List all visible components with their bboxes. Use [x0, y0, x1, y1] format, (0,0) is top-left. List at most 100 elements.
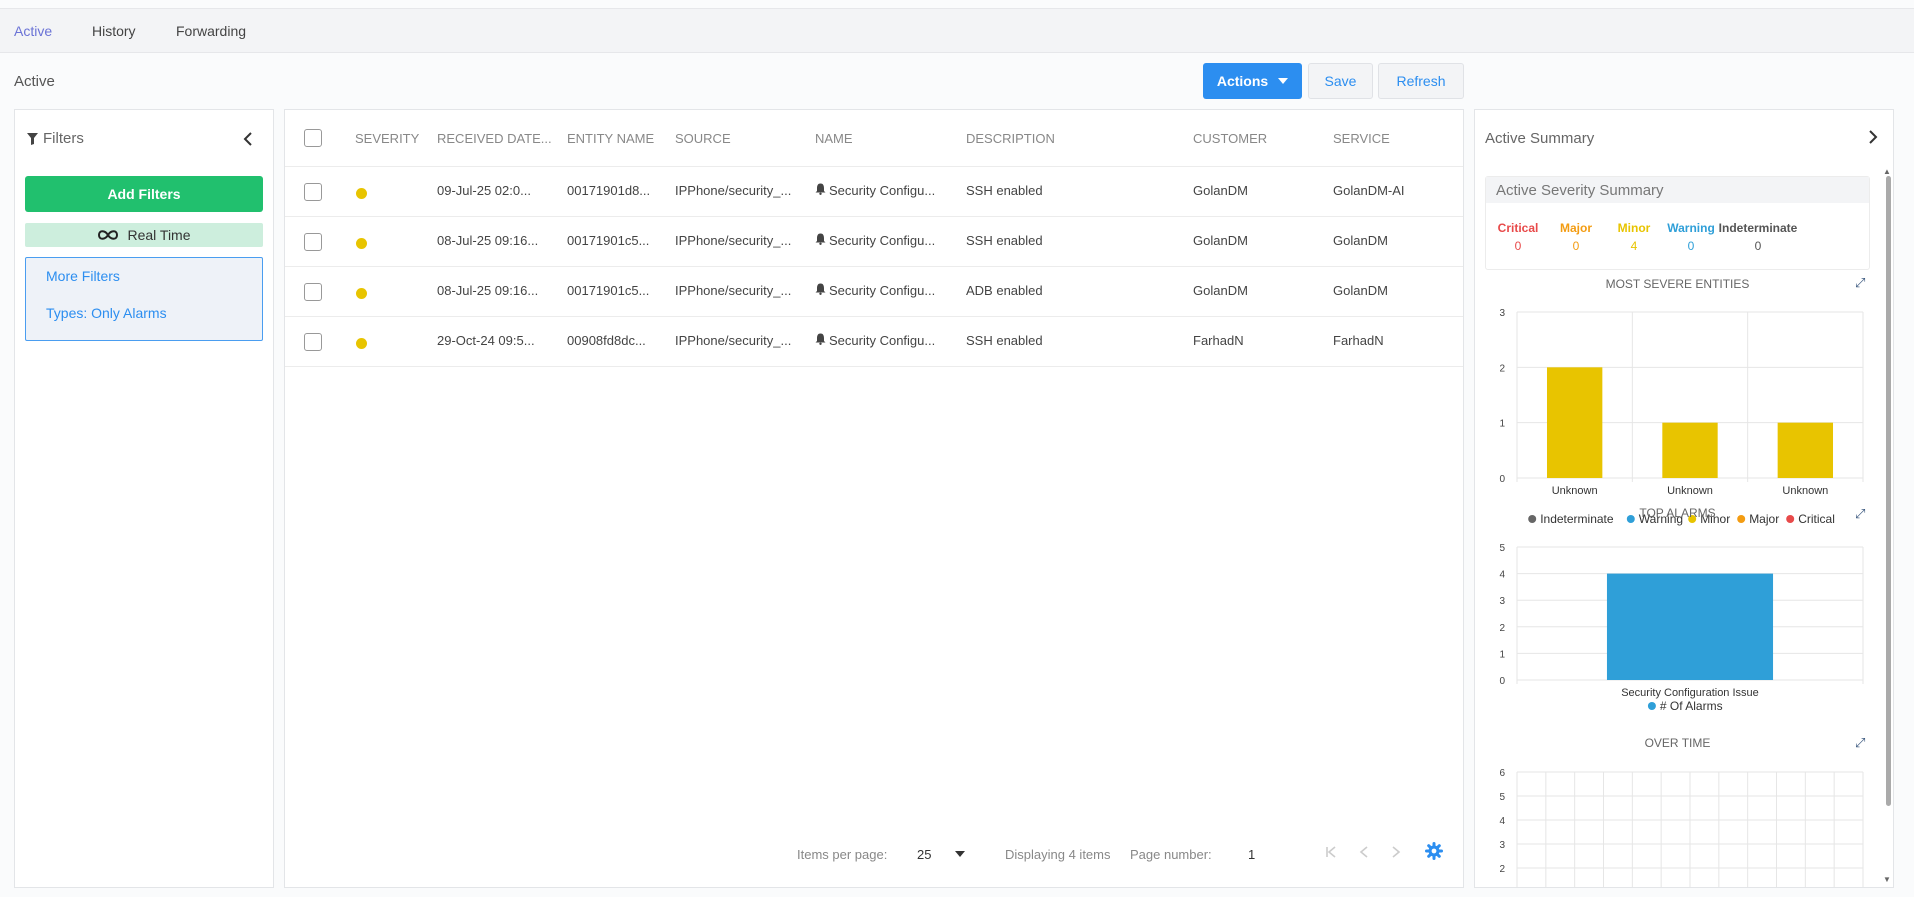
- more-filters-link[interactable]: More Filters: [46, 268, 120, 284]
- bar: [1546, 367, 1603, 478]
- top-tab-bar: Active History Forwarding: [0, 8, 1914, 53]
- row-checkbox[interactable]: [304, 183, 322, 201]
- real-time-label: Real Time: [127, 227, 191, 243]
- table-row[interactable]: 08-Jul-25 09:16... 00171901c5... IPPhone/s…: [285, 217, 1463, 267]
- y-tick-label: 3: [1499, 840, 1505, 851]
- actions-button[interactable]: Actions: [1203, 63, 1302, 99]
- severity-label: Warning: [1667, 221, 1715, 235]
- tab-forwarding[interactable]: Forwarding: [176, 23, 246, 39]
- filters-header: Filters: [27, 130, 84, 147]
- column-header-entity-name[interactable]: ENTITY NAME: [567, 131, 654, 146]
- actions-label: Actions: [1216, 73, 1269, 89]
- collapse-left-icon[interactable]: [243, 130, 253, 151]
- scroll-down-icon[interactable]: ▼: [1883, 875, 1891, 884]
- y-tick-label: 4: [1499, 816, 1505, 827]
- table-row[interactable]: 09-Jul-25 02:0... 00171901d8... IPPhone/se…: [285, 167, 1463, 217]
- select-all-checkbox[interactable]: [304, 129, 322, 147]
- cell-name-text: Security Configu...: [829, 233, 936, 248]
- cell-description: SSH enabled: [966, 233, 1043, 248]
- severity-label: Minor: [1617, 221, 1651, 235]
- cell-customer: GolanDM: [1193, 183, 1248, 198]
- y-tick-label: 5: [1499, 792, 1505, 803]
- top-alarms-chart: 0 1 2 3 4 5 Security Configuration Issue# Of A…: [1499, 543, 1864, 713]
- severity-count-indeterminate: Indeterminate 0: [1718, 221, 1798, 253]
- top-alarms-title: TOP ALARMS: [1639, 506, 1716, 520]
- displaying-count: Displaying 4 items: [1005, 847, 1111, 862]
- cell-received: 08-Jul-25 09:16...: [437, 283, 539, 298]
- cell-received: 29-Oct-24 09:5...: [437, 333, 535, 348]
- save-button[interactable]: Save: [1308, 63, 1373, 99]
- severity-value: 0: [1754, 239, 1762, 253]
- severity-label: Critical: [1497, 221, 1539, 235]
- cell-name: Security Configu...: [815, 233, 935, 248]
- y-tick-label: 3: [1499, 308, 1505, 319]
- column-header-received-date[interactable]: RECEIVED DATE...: [437, 131, 552, 146]
- summary-scrollbar[interactable]: [1886, 176, 1891, 806]
- legend-label: # Of Alarms: [1660, 699, 1723, 713]
- tab-active[interactable]: Active: [14, 23, 52, 39]
- types-filter-chip[interactable]: Types: Only Alarms: [46, 305, 167, 321]
- x-tick-label: Unknown: [1782, 485, 1828, 497]
- cell-description: SSH enabled: [966, 333, 1043, 348]
- most-severe-entities-chart: 0123Unknown Unknown UnknownIndeterminate Wa…: [1499, 308, 1864, 526]
- bar: [1662, 422, 1718, 478]
- cell-service: FarhadN: [1333, 333, 1384, 348]
- column-header-description[interactable]: DESCRIPTION: [966, 131, 1055, 146]
- bell-icon: [815, 233, 826, 245]
- table-row[interactable]: 08-Jul-25 09:16... 00171901c5... IPPhone/s…: [285, 267, 1463, 317]
- y-tick-label: 1: [1499, 419, 1505, 430]
- caret-down-icon[interactable]: [955, 851, 965, 857]
- over-time-chart: 123456: [1499, 768, 1864, 887]
- expand-chart-icon[interactable]: ⤢: [1855, 275, 1865, 291]
- severity-dot: [356, 188, 367, 199]
- add-filters-button[interactable]: Add Filters: [25, 176, 263, 212]
- cell-received: 08-Jul-25 09:16...: [437, 233, 539, 248]
- expand-right-icon[interactable]: [1868, 128, 1878, 149]
- y-tick-label: 0: [1499, 676, 1505, 687]
- x-tick-label: Unknown: [1667, 485, 1713, 497]
- settings-gear-icon[interactable]: [1425, 842, 1443, 863]
- row-checkbox[interactable]: [304, 233, 322, 251]
- cell-entity: 00908fd8dc...: [567, 333, 646, 348]
- cell-entity: 00171901c5...: [567, 283, 650, 298]
- first-page-icon[interactable]: [1325, 845, 1337, 861]
- severity-dot: [356, 288, 367, 299]
- y-tick-label: 2: [1499, 363, 1505, 374]
- y-tick-label: 0: [1499, 474, 1505, 485]
- items-per-page-select[interactable]: 25: [917, 847, 931, 862]
- page-number-input[interactable]: 1: [1248, 847, 1255, 862]
- cell-name-text: Security Configu...: [829, 333, 936, 348]
- tab-history[interactable]: History: [92, 23, 136, 39]
- next-page-icon[interactable]: [1391, 845, 1401, 861]
- table-row[interactable]: 29-Oct-24 09:5... 00908fd8dc... IPPhone/se…: [285, 317, 1463, 367]
- column-header-customer[interactable]: CUSTOMER: [1193, 131, 1267, 146]
- infinity-icon: [98, 230, 119, 240]
- most-severe-entities-title: MOST SEVERE ENTITIES: [1605, 277, 1750, 291]
- previous-page-icon[interactable]: [1359, 845, 1369, 861]
- y-tick-label: 3: [1499, 596, 1505, 607]
- alarms-table: SEVERITY RECEIVED DATE... ENTITY NAME SO…: [284, 109, 1464, 888]
- summary-title: Active Summary: [1485, 130, 1595, 147]
- cell-name: Security Configu...: [815, 283, 935, 298]
- filter-list: More Filters Types: Only Alarms: [25, 257, 263, 341]
- column-header-source[interactable]: SOURCE: [675, 131, 731, 146]
- cell-name-text: Security Configu...: [829, 183, 936, 198]
- severity-label: Major: [1559, 221, 1592, 235]
- bell-icon: [815, 283, 826, 295]
- cell-entity: 00171901c5...: [567, 233, 650, 248]
- scroll-up-icon[interactable]: ▲: [1883, 167, 1891, 176]
- row-checkbox[interactable]: [304, 283, 322, 301]
- column-header-severity[interactable]: SEVERITY: [355, 131, 419, 146]
- row-checkbox[interactable]: [304, 333, 322, 351]
- legend-marker: [1647, 702, 1656, 710]
- severity-summary-card: Active Severity Summary Critical 0 Major 0 M…: [1485, 176, 1870, 270]
- real-time-toggle[interactable]: Real Time: [25, 223, 263, 247]
- bell-icon: [815, 333, 826, 345]
- column-header-service[interactable]: SERVICE: [1333, 131, 1390, 146]
- column-header-name[interactable]: NAME: [815, 131, 853, 146]
- filters-title: Filters: [43, 130, 84, 147]
- cell-source: IPPhone/security_...: [675, 233, 792, 248]
- severity-dot: [356, 338, 367, 349]
- refresh-button[interactable]: Refresh: [1378, 63, 1464, 99]
- expand-chart-icon[interactable]: ⤢: [1855, 735, 1865, 751]
